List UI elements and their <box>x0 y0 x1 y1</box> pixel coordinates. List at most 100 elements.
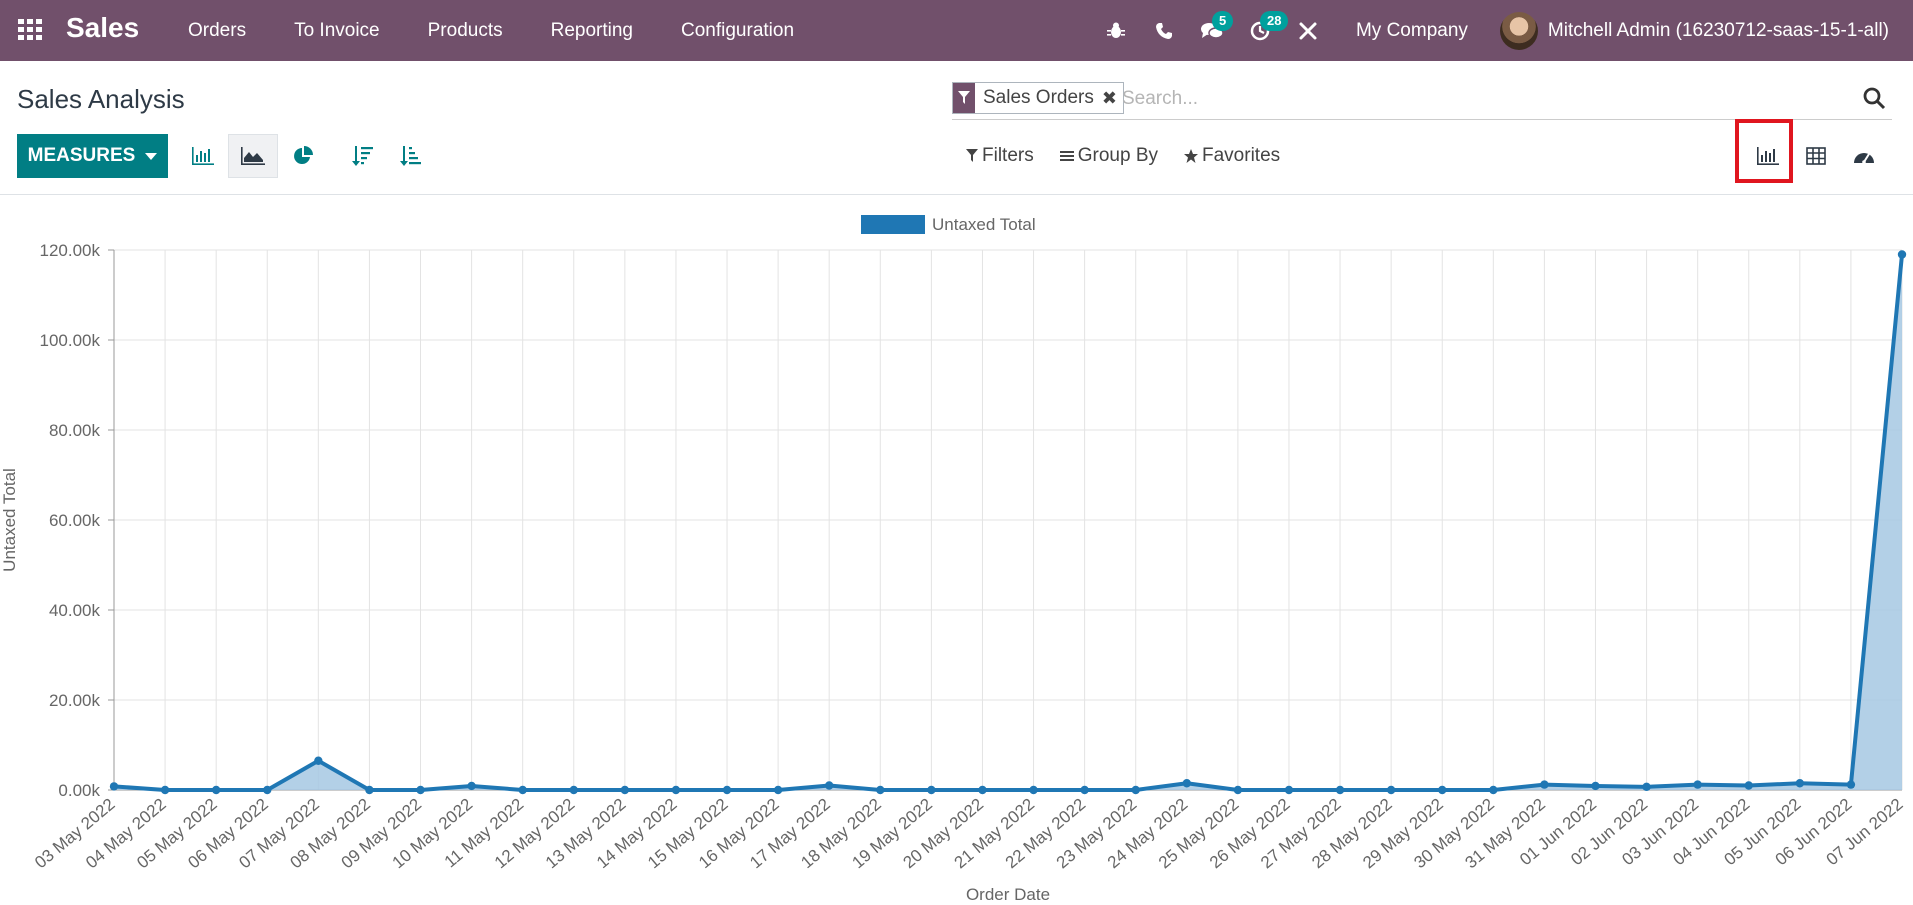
top-navbar: Sales Orders To Invoice Products Reporti… <box>0 0 1913 61</box>
data-point[interactable] <box>160 785 170 795</box>
data-point[interactable] <box>1284 785 1294 795</box>
activities-clock-icon[interactable]: 28 <box>1236 0 1289 61</box>
sort-descending-button[interactable] <box>338 134 388 178</box>
measures-label: MEASURES <box>27 145 136 166</box>
area-chart-icon <box>241 147 265 165</box>
company-switcher[interactable]: My Company <box>1332 0 1492 61</box>
user-name: Mitchell Admin (16230712-saas-15-1-all) <box>1547 19 1889 41</box>
sort-desc-icon <box>352 146 373 166</box>
messages-icon[interactable]: 5 <box>1188 0 1236 61</box>
phone-icon[interactable] <box>1140 0 1188 61</box>
data-point[interactable] <box>978 785 987 795</box>
filter-icon <box>953 83 975 113</box>
data-point[interactable] <box>927 785 936 795</box>
pivot-view-button[interactable] <box>1792 134 1840 178</box>
filters-label: Filters <box>982 145 1034 166</box>
data-point[interactable] <box>1693 780 1702 789</box>
data-point[interactable] <box>1591 781 1600 791</box>
systray: 5 28 My Company Mitchell Admin (16230712… <box>1092 0 1913 61</box>
data-point[interactable] <box>1642 782 1651 792</box>
data-point[interactable] <box>671 785 681 795</box>
highlight-box <box>1735 119 1793 183</box>
avatar <box>1499 11 1538 50</box>
filters-dropdown[interactable]: Filters <box>966 145 1034 167</box>
search-bar: Sales Orders ✖ <box>952 80 1892 120</box>
tachometer-icon <box>1854 153 1874 164</box>
data-point[interactable] <box>263 785 272 795</box>
bars-icon <box>1059 151 1074 161</box>
user-menu[interactable]: Mitchell Admin (16230712-saas-15-1-all) <box>1492 0 1913 61</box>
data-point[interactable] <box>1029 785 1038 795</box>
data-point[interactable] <box>518 785 527 795</box>
measures-button[interactable]: MEASURES <box>17 134 168 178</box>
data-point[interactable] <box>416 785 425 795</box>
y-tick-label: 60.00k <box>49 511 101 530</box>
data-point[interactable] <box>1080 785 1089 795</box>
favorites-dropdown[interactable]: Favorites <box>1184 145 1280 167</box>
messages-count-badge: 5 <box>1211 11 1234 31</box>
dashboard-view-button[interactable] <box>1840 134 1888 178</box>
facet-remove-icon[interactable]: ✖ <box>1102 83 1123 113</box>
debug-bug-icon[interactable] <box>1092 0 1140 61</box>
series-line <box>113 254 1904 792</box>
facet-label: Sales Orders <box>983 87 1094 108</box>
chart-legend[interactable]: Untaxed Total <box>861 215 1036 234</box>
legend-swatch <box>861 215 925 234</box>
data-point[interactable] <box>1897 250 1907 259</box>
menu-configuration[interactable]: Configuration <box>657 0 818 61</box>
x-axis-label: Order Date <box>966 885 1050 904</box>
tools-icon[interactable] <box>1284 0 1332 61</box>
sales-line-chart: Untaxed Total 0.00k 20.00k 40.00k 60.00k 80.… <box>0 215 1907 904</box>
data-point[interactable] <box>1795 779 1805 788</box>
x-axis-ticks: 03 May 202204 May 202205 May 202206 May … <box>31 795 1907 873</box>
y-tick-label: 20.00k <box>49 691 101 710</box>
data-point[interactable] <box>1182 779 1192 788</box>
data-point[interactable] <box>467 781 476 791</box>
legend-label: Untaxed Total <box>932 215 1036 234</box>
y-tick-label: 40.00k <box>49 601 101 620</box>
search-options: Filters Group By Favorites <box>966 134 1306 178</box>
menu-to-invoice[interactable]: To Invoice <box>270 0 404 61</box>
search-input[interactable] <box>1122 84 1822 114</box>
filter-icon <box>966 149 978 162</box>
data-point[interactable] <box>365 785 374 795</box>
data-point[interactable] <box>1846 780 1856 789</box>
group-by-dropdown[interactable]: Group By <box>1059 145 1158 167</box>
bar-chart-icon <box>192 147 214 165</box>
line-chart-mode-button[interactable] <box>228 134 278 178</box>
data-point[interactable] <box>1335 785 1345 795</box>
y-tick-label: 100.00k <box>40 331 101 350</box>
data-point[interactable] <box>1540 780 1549 789</box>
app-brand[interactable]: Sales <box>66 12 139 44</box>
data-point[interactable] <box>876 785 885 795</box>
data-point[interactable] <box>825 781 834 790</box>
menu-orders[interactable]: Orders <box>164 0 270 61</box>
search-icon[interactable] <box>1862 86 1886 110</box>
menu-reporting[interactable]: Reporting <box>527 0 657 61</box>
data-point[interactable] <box>569 785 578 795</box>
y-tick-label: 120.00k <box>40 241 101 260</box>
data-point[interactable] <box>314 756 323 765</box>
data-point[interactable] <box>1233 785 1243 795</box>
data-point[interactable] <box>1744 781 1753 790</box>
data-point[interactable] <box>109 782 119 791</box>
data-point[interactable] <box>1386 785 1396 795</box>
star-icon <box>1184 149 1198 163</box>
apps-grid-icon[interactable] <box>16 17 44 43</box>
data-point[interactable] <box>620 785 630 795</box>
data-point[interactable] <box>1131 785 1140 795</box>
data-point[interactable] <box>1489 785 1498 795</box>
page-title: Sales Analysis <box>17 84 185 114</box>
chart-grid <box>113 249 1903 791</box>
data-point[interactable] <box>1438 785 1447 795</box>
group-by-label: Group By <box>1077 145 1158 166</box>
table-icon <box>1806 147 1826 165</box>
menu-products[interactable]: Products <box>404 0 527 61</box>
bar-chart-mode-button[interactable] <box>178 134 228 178</box>
data-point[interactable] <box>211 785 221 795</box>
sort-ascending-button[interactable] <box>386 134 436 178</box>
data-point[interactable] <box>722 785 732 795</box>
pie-chart-mode-button[interactable] <box>278 134 328 178</box>
y-axis-label: Untaxed Total <box>0 468 19 572</box>
data-point[interactable] <box>773 785 783 795</box>
